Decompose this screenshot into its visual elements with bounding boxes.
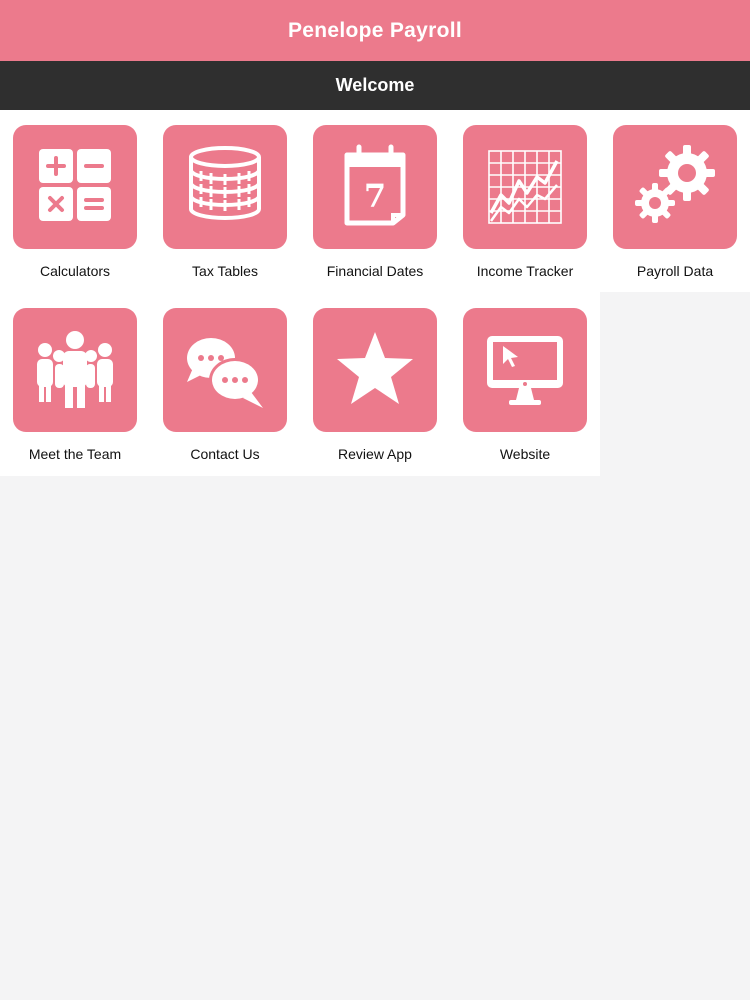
star-icon — [313, 308, 437, 432]
tile-label: Financial Dates — [326, 263, 424, 279]
tile-label: Payroll Data — [636, 263, 714, 279]
chat-bubbles-icon — [163, 308, 287, 432]
tile-calculators[interactable]: Calculators — [0, 110, 150, 292]
tile-website[interactable]: Website — [450, 293, 600, 475]
app-header: Penelope Payroll — [0, 0, 750, 61]
tile-label: Income Tracker — [476, 263, 574, 279]
gears-icon — [613, 125, 737, 249]
calendar-day-text: 7 — [364, 177, 386, 215]
tile-meet-the-team[interactable]: Meet the Team — [0, 293, 150, 475]
tile-label: Calculators — [39, 263, 111, 279]
tile-tax-tables[interactable]: Tax Tables — [150, 110, 300, 292]
coin-stack-icon — [163, 125, 287, 249]
tile-label: Contact Us — [190, 446, 260, 462]
tile-payroll-data[interactable]: Payroll Data — [600, 110, 750, 292]
tile-income-tracker[interactable]: Income Tracker — [450, 110, 600, 292]
tile-label: Review App — [338, 446, 412, 462]
tile-contact-us[interactable]: Contact Us — [150, 293, 300, 475]
line-chart-icon — [463, 125, 587, 249]
monitor-icon — [463, 308, 587, 432]
tile-label: Meet the Team — [28, 446, 122, 462]
tile-review-app[interactable]: Review App — [300, 293, 450, 475]
calculator-icon — [13, 125, 137, 249]
tile-financial-dates[interactable]: 7 Financial Dates — [300, 110, 450, 292]
calendar-icon: 7 — [313, 125, 437, 249]
welcome-bar: Welcome — [0, 61, 750, 110]
tile-label: Website — [499, 446, 551, 462]
welcome-title: Welcome — [335, 75, 415, 95]
tile-grid: Calculators Tax Tables 7 Financial Dates… — [0, 110, 750, 1000]
team-icon — [13, 308, 137, 432]
tile-label: Tax Tables — [192, 263, 258, 279]
app-title: Penelope Payroll — [287, 18, 463, 42]
